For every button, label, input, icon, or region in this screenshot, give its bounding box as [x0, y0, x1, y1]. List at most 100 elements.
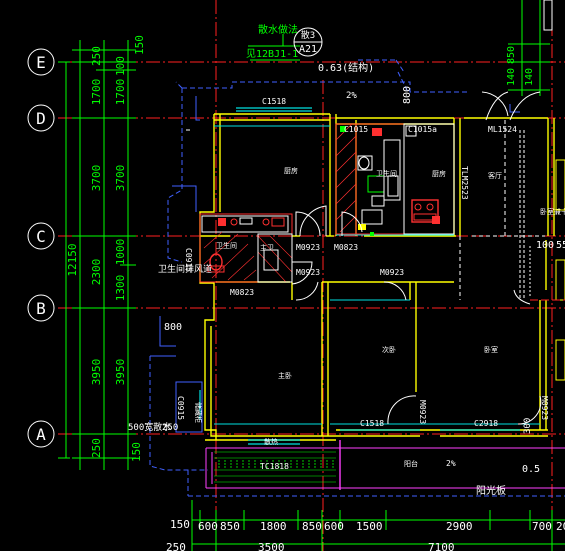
label-slope2: 2%	[446, 459, 456, 468]
dim-outer-6: 250	[90, 438, 103, 458]
door-m0823-b[interactable]: M0823	[230, 288, 254, 297]
hatch-dot	[332, 463, 334, 465]
window-c2918[interactable]: C2918	[474, 419, 498, 428]
door-m0923-b[interactable]: M0923	[296, 268, 320, 277]
hatch-dot	[320, 466, 322, 468]
hatch-dot	[296, 460, 298, 462]
right-dim-850: 850	[506, 46, 517, 64]
hatch-dot	[290, 466, 292, 468]
dim-total: 12150	[66, 243, 79, 276]
label-balcony-board: 阳光板	[476, 484, 506, 497]
room-kitchen-n: 卫生间	[216, 241, 237, 250]
dim-outer-5: 3950	[90, 359, 103, 386]
dim-inner-5: 1000	[114, 239, 127, 266]
hatch-dot	[302, 466, 304, 468]
room-bedroom2: 卧室	[484, 345, 498, 354]
misc-labels: 卫生间排风道 800 100 55 2% 0.5 阳光板 500宽散水 250 …	[128, 240, 565, 497]
dim-inner-8: 150	[130, 442, 143, 462]
bottom-dimension-text: 150 600 850 1800 850 600 1500 2900 700 2…	[166, 518, 565, 551]
hatch-dot	[254, 466, 256, 468]
hatch-dot	[248, 463, 250, 465]
bdim-600b: 600	[324, 520, 344, 533]
dim-800-top: 800	[402, 86, 413, 104]
bdim-850a: 850	[220, 520, 240, 533]
hatch-dot	[326, 466, 328, 468]
slope-2pct: 2%	[346, 91, 357, 101]
ref-code: 见12BJ1-1	[246, 48, 298, 60]
hatch-dot	[248, 460, 250, 462]
hatch-dot	[230, 466, 232, 468]
dim-inner-1: 150	[133, 35, 146, 55]
hatch-dot	[218, 466, 220, 468]
hatch-dot	[218, 460, 220, 462]
bathroom-west	[199, 213, 293, 283]
cad-drawing-canvas[interactable]: E D C B A 12150 250 1700 3700 2300 3950 …	[0, 0, 565, 551]
window-c1015a[interactable]: C1015	[344, 125, 368, 134]
door-m0823-a[interactable]: M0823	[334, 243, 358, 252]
window-c1015b[interactable]: C1015a	[408, 125, 437, 134]
hatch-dot	[332, 460, 334, 462]
hatch-dot	[224, 460, 226, 462]
window-c1518-bot[interactable]: C1518	[360, 419, 384, 428]
door-swings	[186, 91, 542, 425]
slope-note: 0.63(结构)	[318, 61, 374, 74]
axis-label-E: E	[36, 53, 46, 72]
hatch-dot	[242, 463, 244, 465]
hatch-dot	[326, 463, 328, 465]
door-m0923-v2[interactable]: M0923	[540, 396, 549, 420]
hatch-dot	[242, 460, 244, 462]
dim-outer-2: 1700	[90, 79, 103, 106]
hatch-dot	[302, 460, 304, 462]
water-note: 散水做法	[258, 23, 298, 36]
right-dim-140a: 140	[506, 68, 517, 86]
dim-inner-6: 1300	[114, 275, 127, 302]
hatch-dot	[314, 466, 316, 468]
axis-label-B: B	[36, 299, 46, 318]
label-bath-side: 卫生间排风道	[158, 263, 212, 275]
hatch-dot	[308, 466, 310, 468]
door-m0923-a[interactable]: M0923	[296, 243, 320, 252]
dim-outer-1: 250	[90, 46, 103, 66]
hatch-dot	[242, 466, 244, 468]
kitchen-north	[335, 123, 455, 236]
window-c1518-top[interactable]: C1518	[262, 97, 286, 106]
detail-top: 散3	[301, 29, 315, 41]
room-balcony: 阳台	[404, 459, 418, 468]
hatch-dot	[224, 466, 226, 468]
door-tags: M0923 M0823 M0923 M0923 M0823 M0923 M092…	[230, 166, 549, 424]
room-bath: 卫生间	[376, 169, 397, 178]
bdim-850b: 850	[302, 520, 322, 533]
room-kitchen2: 厨房	[432, 169, 446, 178]
label-300: 300	[523, 418, 533, 434]
axis-label-D: D	[36, 109, 46, 128]
walls	[199, 113, 555, 441]
bdim-7100: 7100	[428, 541, 455, 551]
hatch-dot	[290, 463, 292, 465]
bdim-600a: 600	[198, 520, 218, 533]
axis-label-A: A	[36, 425, 46, 444]
room-kitchen1: 厨房	[284, 166, 298, 175]
detail-bottom: A21	[299, 44, 317, 55]
right-dim-140b: 140	[524, 68, 535, 86]
hatch-dot	[254, 460, 256, 462]
label-100: 100	[536, 240, 554, 251]
window-ml1524[interactable]: ML1524	[488, 125, 517, 134]
room-washroom: 主卫	[260, 243, 274, 252]
hatch-dot	[314, 460, 316, 462]
axis-label-C: C	[36, 227, 46, 246]
dim-inner-4: 3700	[114, 165, 127, 192]
window-tags: C1518 C1015 C1015a ML1524 C1518 C2918 TC…	[184, 97, 517, 471]
bdim-250: 250	[166, 541, 186, 551]
room-bedroom: 次卧	[382, 345, 396, 354]
window-tc1818[interactable]: TC1818	[260, 462, 289, 471]
door-tlm[interactable]: TLM2523	[460, 166, 469, 200]
hatch-dot	[320, 460, 322, 462]
bdim-150: 150	[170, 518, 190, 531]
hatch-dot	[296, 466, 298, 468]
hatch-dot	[308, 460, 310, 462]
door-m0923-c[interactable]: M0923	[380, 268, 404, 277]
hatch-dot	[230, 460, 232, 462]
label-250-note-b: 250	[162, 423, 178, 433]
label-outlet: 散热	[264, 437, 278, 446]
door-m0923-v1[interactable]: M0923	[418, 400, 427, 424]
